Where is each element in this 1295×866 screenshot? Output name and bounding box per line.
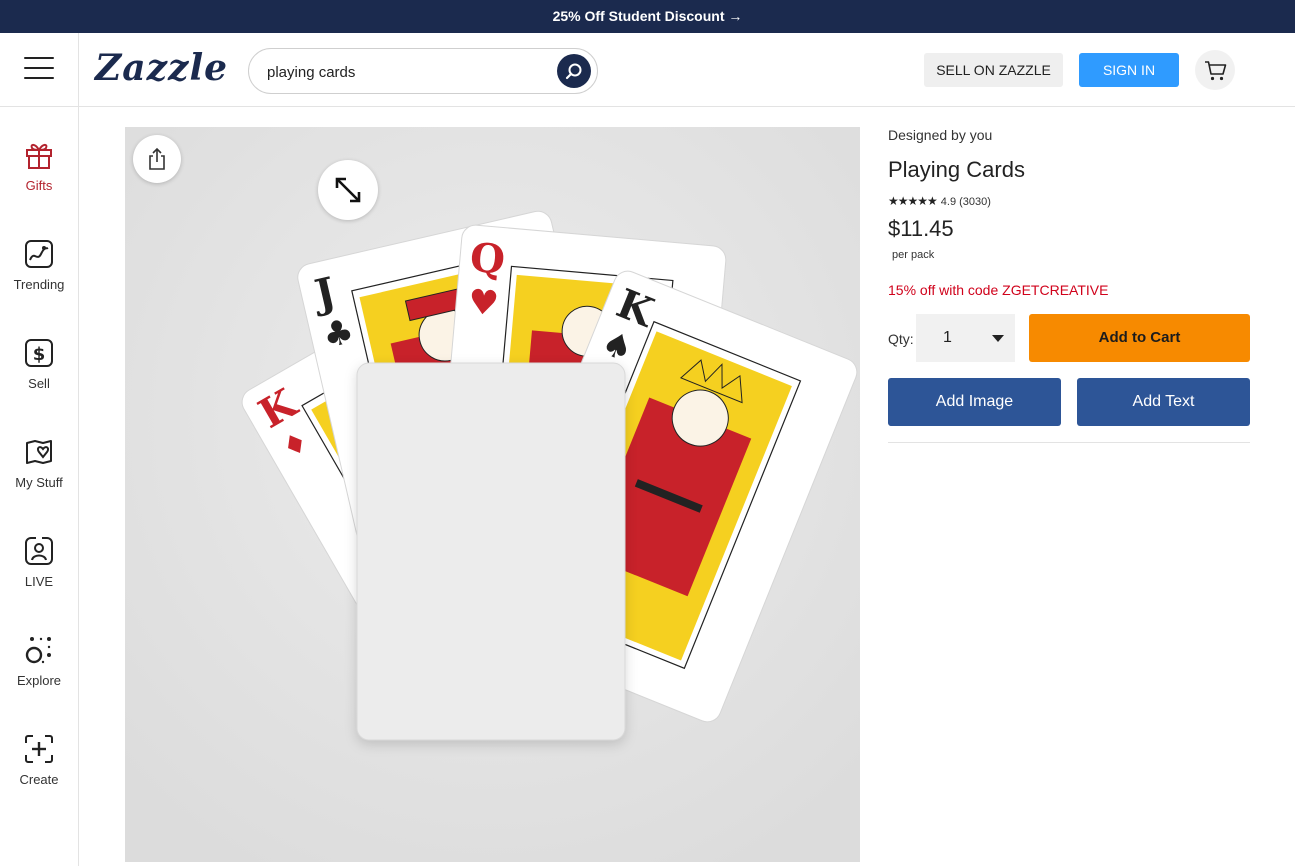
- product-image[interactable]: K ♦ J ♣ Q ♥ K ♠: [125, 127, 860, 862]
- product-rating[interactable]: ★★★★★ 4.9 (3030): [888, 194, 991, 208]
- sidebar-item-explore[interactable]: Explore: [0, 634, 78, 714]
- sidebar-item-gifts[interactable]: Gifts: [0, 139, 78, 219]
- expand-icon: [335, 177, 361, 203]
- sign-in-button[interactable]: SIGN IN: [1079, 53, 1179, 87]
- sidebar-item-label: My Stuff: [15, 475, 63, 490]
- sidebar-item-label: Gifts: [25, 178, 53, 193]
- site-header: Zazzle SELL ON ZAZZLE SIGN IN: [0, 33, 1295, 107]
- card-rank: Q: [468, 234, 507, 284]
- chevron-down-icon: [992, 335, 1004, 342]
- qty-select[interactable]: 1: [916, 314, 1015, 362]
- my-stuff-icon: [26, 440, 52, 464]
- sell-on-zazzle-button[interactable]: SELL ON ZAZZLE: [924, 53, 1063, 87]
- add-text-button[interactable]: Add Text: [1077, 378, 1250, 426]
- sidebar-item-sell[interactable]: $ Sell: [0, 337, 78, 417]
- qty-value: 1: [943, 329, 952, 346]
- card-suit: ♥: [467, 282, 501, 325]
- divider: [888, 442, 1250, 443]
- explore-icon: [25, 637, 51, 664]
- sidebar-item-label: LIVE: [24, 574, 54, 589]
- sidebar-item-label: Trending: [13, 277, 65, 292]
- add-image-button[interactable]: Add Image: [888, 378, 1061, 426]
- promo-banner[interactable]: 25% Off Student Discount →: [0, 0, 1295, 33]
- price-unit: per pack: [892, 249, 935, 261]
- blank-card: [356, 362, 626, 741]
- add-to-cart-button[interactable]: Add to Cart: [1029, 314, 1250, 362]
- search-bar: [248, 48, 598, 94]
- header-divider: [78, 33, 79, 107]
- svg-text:$: $: [33, 344, 46, 365]
- playing-cards-illustration: K ♦ J ♣ Q ♥ K ♠: [125, 127, 860, 862]
- share-button[interactable]: [133, 135, 181, 183]
- live-icon: [25, 536, 53, 565]
- product-title: Playing Cards: [888, 157, 1025, 182]
- sidebar-item-create[interactable]: Create: [0, 733, 78, 813]
- dollar-icon: $: [25, 339, 53, 367]
- gift-icon: [26, 143, 52, 169]
- cart-icon: [1205, 61, 1227, 81]
- product-info: Designed by you Playing Cards ★★★★★ 4.9 (…: [888, 127, 1250, 443]
- trending-icon: [25, 240, 53, 268]
- zazzle-logo[interactable]: Zazzle: [95, 47, 228, 89]
- search-icon: [565, 63, 582, 80]
- designed-by-label: Designed by you: [888, 127, 993, 143]
- cart-button[interactable]: [1195, 50, 1235, 90]
- qty-label: Qty:: [888, 331, 914, 347]
- product-price: $11.45: [888, 216, 954, 241]
- sidebar-item-live[interactable]: LIVE: [0, 535, 78, 615]
- sidebar-nav: Gifts Trending $ Sell My Stuff LIVE Expl…: [0, 107, 79, 866]
- create-icon: [25, 735, 53, 763]
- sidebar-item-label: Create: [19, 772, 59, 787]
- sidebar-item-my-stuff[interactable]: My Stuff: [0, 436, 78, 516]
- search-input[interactable]: [267, 60, 547, 84]
- expand-button[interactable]: [318, 160, 378, 220]
- rating-value: 4.9 (3030): [940, 196, 991, 208]
- sidebar-item-label: Sell: [28, 376, 50, 391]
- sidebar-item-label: Explore: [16, 673, 62, 688]
- promo-code-text: 15% off with code ZGETCREATIVE: [888, 282, 1109, 298]
- menu-icon[interactable]: [24, 57, 54, 81]
- search-button[interactable]: [557, 54, 591, 88]
- share-icon: [149, 147, 165, 170]
- sidebar-item-trending[interactable]: Trending: [0, 238, 78, 318]
- star-rating-icon: ★★★★★: [888, 194, 938, 208]
